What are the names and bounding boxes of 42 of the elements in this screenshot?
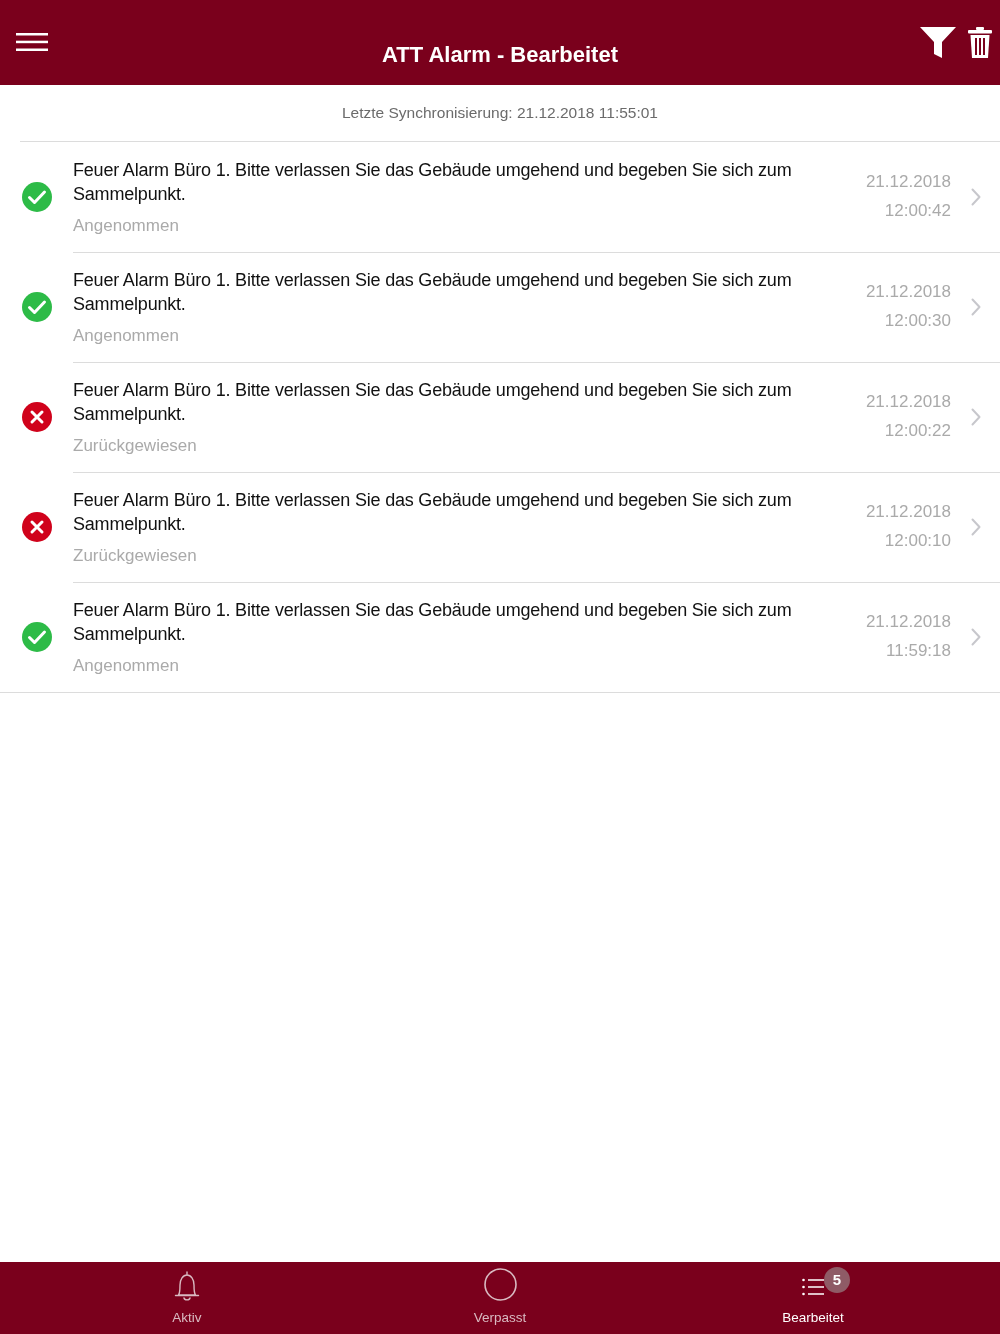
check-circle-icon — [22, 622, 52, 652]
alarm-message: Feuer Alarm Büro 1. Bitte verlassen Sie das Gebäude umgehend und begeben Sie sich zum Sammelpunkt. — [73, 488, 793, 536]
alarm-time: 12:00:30 — [884, 310, 951, 332]
alarm-date: 21.12.2018 — [865, 391, 951, 413]
alarm-time: 11:59:18 — [886, 640, 951, 662]
alarm-status: Zurückgewiesen — [73, 434, 198, 457]
circle-icon — [483, 1268, 517, 1301]
alarm-status: Zurückgewiesen — [73, 544, 198, 567]
check-circle-icon — [22, 182, 52, 212]
alarm-date: 21.12.2018 — [865, 171, 951, 193]
chevron-right-icon — [971, 188, 981, 206]
alarm-status: Angenommen — [73, 214, 180, 237]
alarm-message: Feuer Alarm Büro 1. Bitte verlassen Sie das Gebäude umgehend und begeben Sie sich zum Sammelpunkt. — [73, 378, 793, 426]
menu-icon[interactable] — [16, 32, 48, 51]
tab-bar-item[interactable]: Verpasst — [343, 1262, 657, 1334]
page-title: ATT Alarm - Bearbeitet — [382, 41, 618, 69]
list-icon — [802, 1278, 824, 1296]
filter-icon[interactable] — [920, 27, 956, 58]
count-badge: 5 — [824, 1267, 850, 1293]
sync-status-text: Letzte Synchronisierung: 21.12.2018 11:55:01 — [342, 103, 658, 124]
alarm-message: Feuer Alarm Büro 1. Bitte verlassen Sie das Gebäude umgehend und begeben Sie sich zum Sammelpunkt. — [73, 268, 793, 316]
chevron-right-icon — [971, 408, 981, 426]
bell-icon — [174, 1271, 200, 1302]
alarm-date: 21.12.2018 — [865, 281, 951, 303]
chevron-right-icon — [971, 298, 981, 316]
alarm-status: Angenommen — [73, 654, 180, 677]
chevron-right-icon — [971, 628, 981, 646]
alarm-date: 21.12.2018 — [865, 501, 951, 523]
alarm-time: 12:00:10 — [884, 530, 951, 552]
x-circle-icon — [22, 512, 52, 542]
tab-bar-item[interactable]: 5 Bearbeitet — [656, 1262, 970, 1334]
alarm-time: 12:00:22 — [884, 420, 951, 442]
check-circle-icon — [22, 292, 52, 322]
trash-icon[interactable] — [968, 27, 992, 58]
alarm-status: Angenommen — [73, 324, 180, 347]
tab-bar-item[interactable]: Aktiv — [30, 1262, 344, 1334]
alarm-date: 21.12.2018 — [865, 611, 951, 633]
alarm-message: Feuer Alarm Büro 1. Bitte verlassen Sie das Gebäude umgehend und begeben Sie sich zum Sammelpunkt. — [73, 158, 793, 206]
x-circle-icon — [22, 402, 52, 432]
chevron-right-icon — [971, 518, 981, 536]
alarm-message: Feuer Alarm Büro 1. Bitte verlassen Sie das Gebäude umgehend und begeben Sie sich zum Sammelpunkt. — [73, 598, 793, 646]
alarm-time: 12:00:42 — [884, 200, 951, 222]
